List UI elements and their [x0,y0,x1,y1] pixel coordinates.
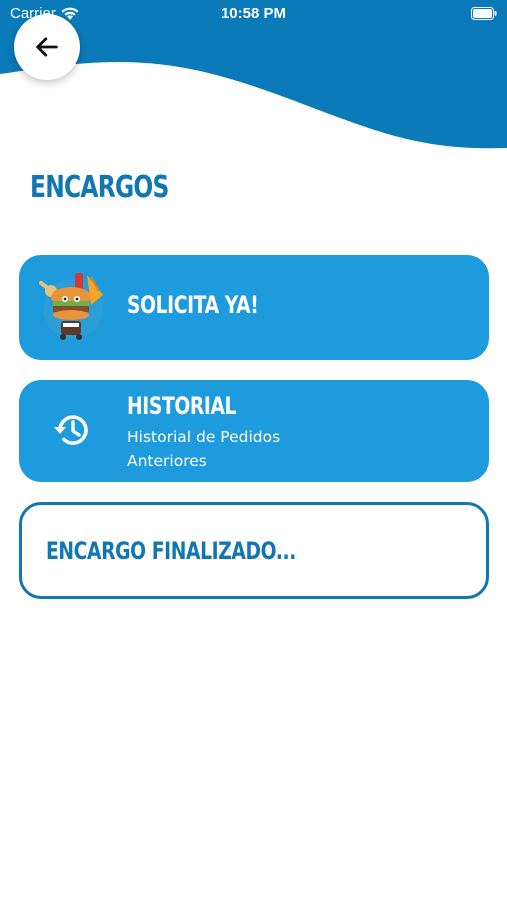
historial-card[interactable]: HISTORIAL Historial de Pedidos Anteriore… [19,380,489,482]
status-time: 10:58 PM [220,5,287,22]
arrow-left-icon [36,37,58,57]
solicita-ya-label: SOLICITA YA! [127,291,259,319]
encargo-finalizado-card[interactable]: ENCARGO FINALIZADO... [19,502,489,599]
status-bar: Carrier 10:58 PM [0,0,507,30]
historial-subtitle-line1: Historial de Pedidos [127,428,281,446]
historial-label: HISTORIAL [127,392,237,420]
food-mascot-illustration [39,273,103,340]
solicita-ya-card[interactable]: SOLICITA YA! [19,255,489,360]
historial-subtitle-line2: Anteriores [127,452,207,470]
back-button[interactable] [14,14,80,80]
battery-icon [471,7,497,20]
encargo-finalizado-label: ENCARGO FINALIZADO... [46,537,296,565]
history-icon [54,415,88,445]
page-title: ENCARGOS [30,170,169,205]
historial-subtitle: Historial de Pedidos Anteriores [127,425,327,473]
